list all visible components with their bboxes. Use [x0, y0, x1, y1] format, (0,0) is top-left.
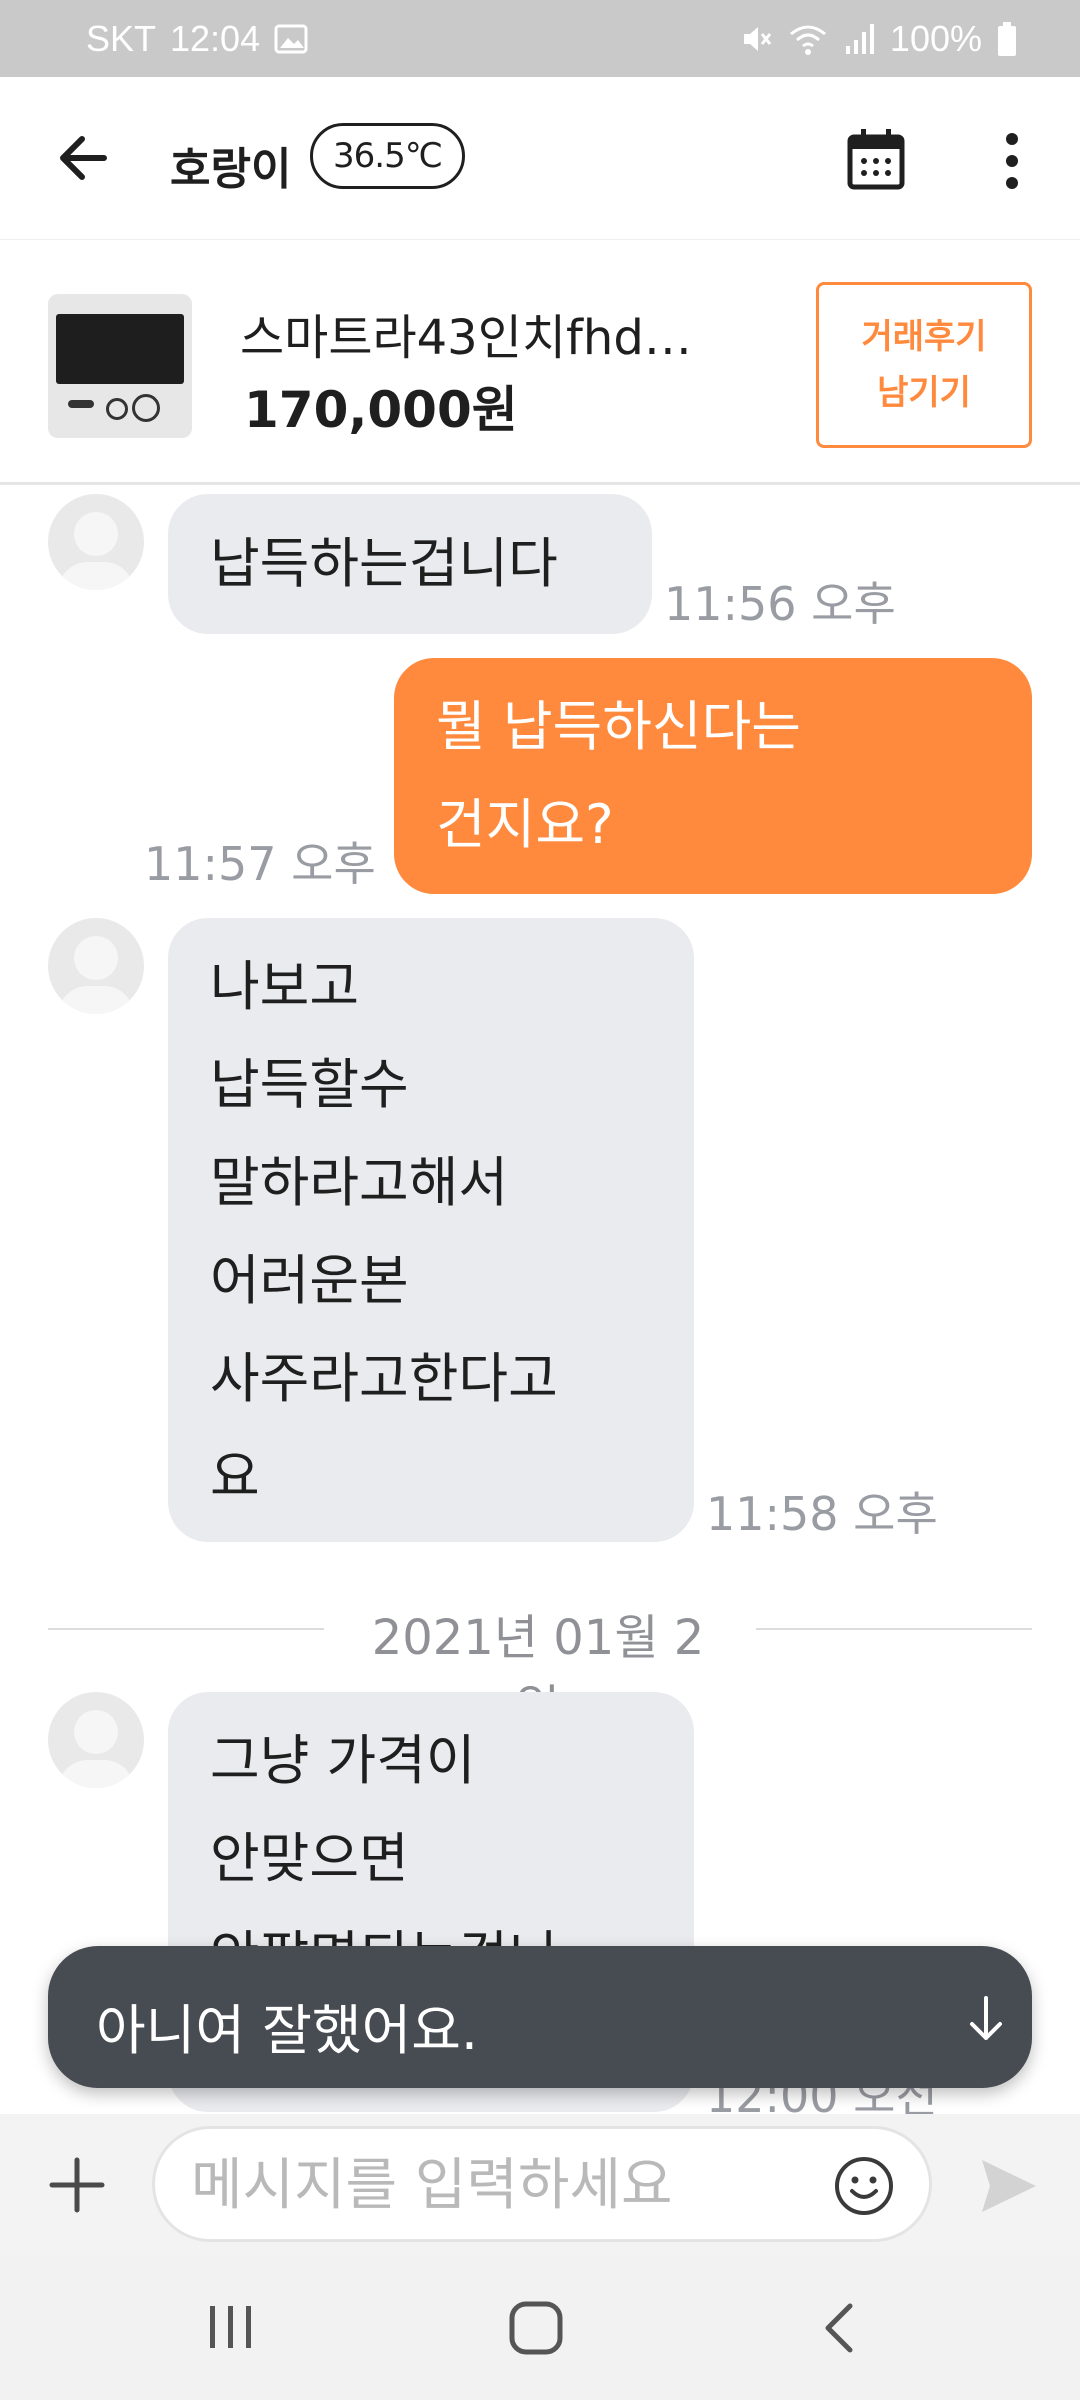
message-text: 뭘 납득하신다는 [436, 695, 801, 758]
emoji-icon[interactable] [833, 2155, 895, 2217]
message-text: 건지요? [436, 793, 614, 856]
message-text: 말하라고해서 [210, 1151, 509, 1214]
battery-label: 100% [889, 18, 982, 59]
message-bubble-outgoing[interactable]: 뭘 납득하신다는 건지요? [394, 658, 1032, 894]
message-bubble-incoming[interactable]: 납득하는겁니다 [168, 494, 652, 634]
message-text: 어러운본 [210, 1249, 409, 1312]
more-vert-icon[interactable] [992, 129, 1032, 193]
chat-header: 호랑이 36.5℃ [0, 77, 1080, 242]
tv-image [56, 314, 184, 384]
message-text: 그냥 가격이 [210, 1729, 476, 1792]
review-button-label-1: 거래후기 [861, 317, 987, 357]
message-bubble-incoming[interactable]: 나보고 납득할수 말하라고해서 어러운본 사주라고한다고 요 [168, 918, 694, 1542]
message-time: 11:56 오후 [664, 577, 896, 631]
new-message-toast[interactable]: 아니여 잘했어요. [48, 1946, 1032, 2088]
toast-text: 아니여 잘했어요. [96, 1999, 479, 2062]
recent-apps-icon[interactable] [206, 2302, 256, 2356]
message-time: 11:57 오후 [144, 837, 376, 891]
back-arrow-icon[interactable] [52, 125, 118, 191]
message-input-container[interactable] [152, 2126, 932, 2242]
home-icon[interactable] [508, 2300, 564, 2360]
message-text: 안맞으면 [210, 1827, 409, 1890]
manner-temperature-badge[interactable]: 36.5℃ [310, 123, 465, 189]
carrier-label: SKT [86, 18, 157, 59]
product-bar[interactable]: 스마트라43인치fhd… 170,000원 거래후기 남기기 [0, 240, 1080, 485]
gallery-icon [274, 24, 308, 54]
status-bar: SKT 12:04 100% [0, 0, 1080, 77]
message-input-bar [0, 2114, 1080, 2256]
product-price: 170,000원 [244, 381, 518, 439]
avatar[interactable] [48, 494, 144, 590]
product-name[interactable]: 스마트라43인치fhd… [240, 298, 760, 368]
message-input[interactable] [189, 2141, 793, 2229]
system-navigation-bar [0, 2256, 1080, 2400]
plus-icon[interactable] [46, 2154, 108, 2216]
nav-back-icon[interactable] [820, 2300, 860, 2360]
wifi-icon [788, 22, 828, 56]
review-button-label-2: 남기기 [877, 373, 971, 413]
message-text: 나보고 [210, 955, 360, 1018]
date-separator: 2021년 01월 2일 [48, 1598, 1032, 1736]
message-text: 사주라고한다고 [210, 1347, 558, 1410]
send-icon[interactable] [978, 2156, 1040, 2216]
battery-icon [996, 21, 1018, 57]
status-time: 12:04 [170, 18, 261, 59]
product-thumbnail[interactable] [48, 294, 192, 438]
calendar-icon[interactable] [846, 127, 906, 191]
avatar[interactable] [48, 1692, 144, 1788]
leave-review-button[interactable]: 거래후기 남기기 [816, 282, 1032, 448]
chat-partner-name[interactable]: 호랑이 [170, 133, 291, 197]
avatar[interactable] [48, 918, 144, 1014]
message-text: 요 [210, 1445, 260, 1508]
message-text: 납득하는겁니다 [210, 532, 558, 595]
signal-icon [842, 22, 876, 56]
message-time: 11:58 오후 [706, 1487, 938, 1541]
arrow-down-icon [966, 1994, 1006, 2048]
message-text: 납득할수 [210, 1053, 409, 1116]
mute-icon [740, 22, 774, 56]
